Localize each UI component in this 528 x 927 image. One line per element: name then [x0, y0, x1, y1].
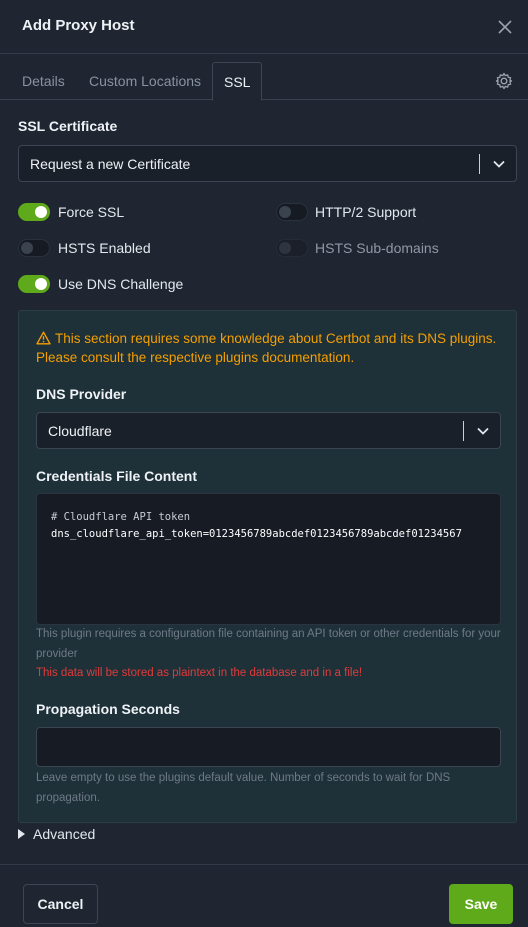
toggle-knob — [279, 206, 291, 218]
hsts-label: HSTS Enabled — [58, 240, 151, 256]
dns-provider-select[interactable]: Cloudflare — [36, 412, 501, 449]
advanced-toggle[interactable]: Advanced — [18, 826, 95, 842]
hsts-subdomains-label: HSTS Sub-domains — [315, 240, 439, 256]
credentials-line-token: dns_cloudflare_api_token=0123456789abcde… — [51, 528, 462, 540]
http2-toggle[interactable] — [276, 203, 308, 221]
credentials-label: Credentials File Content — [36, 468, 198, 484]
toggle-knob — [279, 242, 291, 254]
dns-warning: This section requires some knowledge abo… — [36, 329, 501, 367]
modal-title: Add Proxy Host — [22, 17, 135, 34]
credentials-hint: This plugin requires a configuration fil… — [36, 628, 501, 660]
modal-header: Add Proxy Host — [0, 0, 528, 54]
dns-challenge-label: Use DNS Challenge — [58, 276, 184, 292]
toggle-knob — [35, 278, 47, 290]
propagation-hint: Leave empty to use the plugins default v… — [36, 772, 451, 804]
force-ssl-toggle[interactable] — [18, 203, 50, 221]
gear-icon[interactable] — [494, 71, 514, 91]
chevron-down-icon — [476, 424, 490, 438]
credentials-textarea[interactable]: # Cloudflare API token dns_cloudflare_ap… — [36, 493, 501, 625]
propagation-seconds-input[interactable] — [36, 727, 501, 767]
hsts-toggle[interactable] — [18, 239, 50, 257]
tab-details[interactable]: Details — [22, 62, 65, 100]
credentials-danger: This data will be stored as plaintext in… — [36, 667, 363, 679]
http2-label: HTTP/2 Support — [315, 204, 417, 220]
dns-challenge-panel: This section requires some knowledge abo… — [18, 310, 517, 823]
modal-footer: Cancel Save — [0, 864, 528, 927]
dns-provider-value: Cloudflare — [48, 423, 112, 439]
caret-right-icon — [18, 829, 25, 839]
dns-challenge-toggle[interactable] — [18, 275, 50, 293]
credentials-line-comment: # Cloudflare API token — [51, 511, 191, 523]
tab-bar: Details Custom Locations SSL — [0, 62, 528, 101]
advanced-label: Advanced — [33, 826, 96, 842]
chevron-down-icon — [492, 157, 506, 171]
ssl-certificate-value: Request a new Certificate — [30, 156, 191, 172]
warning-icon — [36, 331, 51, 345]
tab-custom-locations[interactable]: Custom Locations — [89, 62, 201, 100]
dns-provider-label: DNS Provider — [36, 386, 127, 402]
cancel-button[interactable]: Cancel — [23, 884, 98, 924]
toggle-knob — [21, 242, 33, 254]
select-divider — [463, 421, 464, 441]
toggle-knob — [35, 206, 47, 218]
ssl-certificate-select[interactable]: Request a new Certificate — [18, 145, 517, 182]
save-button[interactable]: Save — [449, 884, 513, 924]
force-ssl-label: Force SSL — [58, 204, 125, 220]
dns-warning-text: This section requires some knowledge abo… — [36, 331, 497, 365]
tab-ssl[interactable]: SSL — [212, 62, 263, 101]
propagation-label: Propagation Seconds — [36, 701, 180, 717]
close-icon[interactable] — [494, 16, 516, 38]
hsts-subdomains-toggle[interactable] — [276, 239, 308, 257]
ssl-certificate-label: SSL Certificate — [18, 118, 118, 134]
select-divider — [479, 154, 480, 174]
